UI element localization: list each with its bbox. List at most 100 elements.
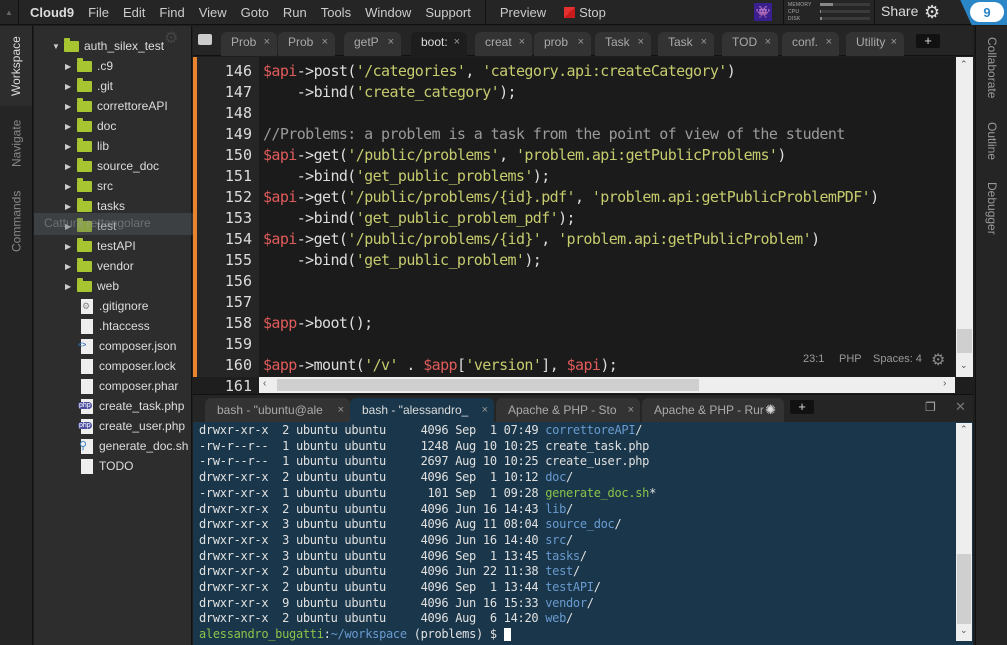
close-tab-icon[interactable]: ×: [628, 404, 634, 416]
tree-file[interactable]: .htaccess: [81, 316, 150, 336]
new-terminal-button[interactable]: +: [790, 400, 814, 414]
terminal-scrollbar[interactable]: ⌃ ⌄: [956, 423, 972, 641]
close-tab-icon[interactable]: ×: [826, 36, 832, 48]
preview-button[interactable]: Preview: [500, 5, 546, 20]
code-line[interactable]: ->bind('get_public_problem');: [263, 250, 542, 271]
tab-commands[interactable]: Commands: [0, 181, 33, 261]
tree-folder[interactable]: ▶ web: [65, 276, 119, 296]
share-button[interactable]: Share: [881, 3, 918, 19]
maximize-panel-icon[interactable]: ❐: [925, 400, 936, 414]
editor-tab[interactable]: getP ×: [344, 32, 401, 56]
new-tab-button[interactable]: +: [916, 34, 940, 48]
editor-tab[interactable]: Task ×: [595, 32, 651, 56]
tree-folder[interactable]: ▶ correttoreAPI: [65, 96, 168, 116]
tree-folder[interactable]: ▶ source_doc: [65, 156, 159, 176]
collapsed-arrow-icon[interactable]: ▶: [65, 262, 77, 271]
tab-debugger[interactable]: Debugger: [976, 176, 1007, 241]
close-tab-icon[interactable]: ×: [322, 36, 328, 48]
menu-edit[interactable]: Edit: [123, 5, 145, 20]
terminal-prompt[interactable]: alessandro_bugatti:~/workspace (problems…: [199, 626, 511, 642]
menu-window[interactable]: Window: [365, 5, 411, 20]
close-tab-icon[interactable]: ×: [338, 404, 344, 416]
tab-outline[interactable]: Outline: [976, 116, 1007, 166]
close-tab-icon[interactable]: ×: [638, 36, 644, 48]
collapsed-arrow-icon[interactable]: ▶: [65, 102, 77, 111]
collapsed-arrow-icon[interactable]: ▶: [65, 162, 77, 171]
editor-tab[interactable]: creat ×: [475, 32, 532, 56]
resource-stats[interactable]: MEMORY CPU DISK: [783, 0, 875, 25]
code-line[interactable]: $app->boot();: [263, 313, 373, 334]
editor-tab[interactable]: Prob ×: [221, 32, 277, 56]
code-line[interactable]: $api->post('/categories', 'category.api:…: [263, 61, 736, 82]
scroll-down-icon[interactable]: ⌄: [960, 625, 968, 636]
close-tab-icon[interactable]: ×: [264, 36, 270, 48]
scroll-up-icon[interactable]: ⌃: [960, 424, 968, 435]
tab-workspace[interactable]: Workspace: [0, 26, 33, 106]
tab-list-menu-icon[interactable]: [198, 34, 212, 45]
tab-navigate[interactable]: Navigate: [0, 108, 33, 178]
tree-file[interactable]: composer.lock: [81, 356, 176, 376]
close-panel-icon[interactable]: ✕: [955, 399, 966, 415]
menu-find[interactable]: Find: [159, 5, 184, 20]
tree-file[interactable]: composer.json: [78, 336, 176, 356]
menu-file[interactable]: File: [88, 5, 109, 20]
close-tab-icon[interactable]: ×: [891, 36, 897, 48]
cloud9-menu[interactable]: Cloud9: [30, 5, 74, 20]
code-line[interactable]: $api->get('/public/problems/{id}.pdf', '…: [263, 187, 879, 208]
tree-file[interactable]: generate_doc.sh: [79, 436, 188, 456]
close-tab-icon[interactable]: ×: [701, 36, 707, 48]
tree-file[interactable]: composer.phar: [81, 376, 178, 396]
code-line[interactable]: ->bind('create_category');: [263, 82, 517, 103]
close-tab-icon[interactable]: ×: [388, 36, 394, 48]
close-tab-icon[interactable]: ×: [519, 36, 525, 48]
code-line[interactable]: //Problems: a problem is a task from the…: [263, 124, 845, 145]
menu-view[interactable]: View: [199, 5, 227, 20]
code-line[interactable]: $api->get('/public/problems', 'problem.a…: [263, 145, 786, 166]
scroll-left-icon[interactable]: ‹: [263, 378, 266, 389]
tree-folder[interactable]: ▶ lib: [65, 136, 109, 156]
collapsed-arrow-icon[interactable]: ▶: [65, 62, 77, 71]
collapsed-arrow-icon[interactable]: ▶: [65, 142, 77, 151]
scroll-thumb[interactable]: [957, 554, 971, 624]
scroll-thumb[interactable]: [277, 379, 699, 391]
editor-horizontal-scrollbar[interactable]: ‹ ›: [259, 377, 955, 393]
scroll-right-icon[interactable]: ›: [943, 378, 946, 389]
editor-tab[interactable]: TOD ×: [722, 32, 778, 56]
tree-folder[interactable]: ▶ src: [65, 176, 113, 196]
close-tab-icon[interactable]: ×: [482, 404, 488, 416]
close-tab-icon[interactable]: ×: [578, 36, 584, 48]
tree-folder[interactable]: ▶ .c9: [65, 56, 113, 76]
collapse-menu-button[interactable]: ▲: [0, 0, 19, 25]
terminal-tab[interactable]: bash - "alessandro_ ×: [350, 398, 494, 422]
code-line[interactable]: ->bind('get_public_problems');: [263, 166, 551, 187]
editor-tab[interactable]: boot: ×: [411, 32, 467, 56]
collapsed-arrow-icon[interactable]: ▶: [65, 122, 77, 131]
tree-file[interactable]: create_task.php: [78, 396, 184, 416]
collapsed-arrow-icon[interactable]: ▶: [65, 282, 77, 291]
scroll-down-icon[interactable]: ⌄: [960, 360, 968, 371]
menu-support[interactable]: Support: [425, 5, 471, 20]
tree-file[interactable]: .gitignore: [81, 296, 148, 316]
editor-vertical-scrollbar[interactable]: ⌃ ⌄: [956, 57, 973, 377]
tree-folder[interactable]: ▶ .git: [65, 76, 113, 96]
tree-file[interactable]: create_user.php: [78, 416, 185, 436]
editor-tab[interactable]: Prob ×: [278, 32, 335, 56]
menu-run[interactable]: Run: [283, 5, 307, 20]
tree-settings-gear-icon[interactable]: ⚙: [164, 28, 178, 48]
code-line[interactable]: $app->mount('/v' . $app['version'], $api…: [263, 355, 618, 376]
space-invader-icon[interactable]: 👾: [754, 3, 772, 21]
scroll-up-icon[interactable]: ⌃: [960, 59, 968, 70]
indent-setting[interactable]: Spaces: 4: [873, 353, 922, 365]
editor-tab[interactable]: Utility ×: [846, 32, 904, 56]
tree-folder[interactable]: ▶ doc: [65, 116, 116, 136]
editor-tab[interactable]: prob ×: [534, 32, 591, 56]
tree-root[interactable]: ▼ auth_silex_test: [52, 36, 164, 56]
terminal-tab[interactable]: Apache & PHP - Sto ×: [496, 398, 640, 422]
menu-goto[interactable]: Goto: [241, 5, 269, 20]
cursor-position[interactable]: 23:1: [803, 353, 824, 365]
editor-tab[interactable]: conf. ×: [782, 32, 839, 56]
terminal-tab[interactable]: Apache & PHP - Rur: [642, 398, 784, 422]
scroll-thumb[interactable]: [957, 329, 972, 353]
collapsed-arrow-icon[interactable]: ▶: [65, 242, 77, 251]
tree-file[interactable]: TODO: [81, 456, 133, 476]
